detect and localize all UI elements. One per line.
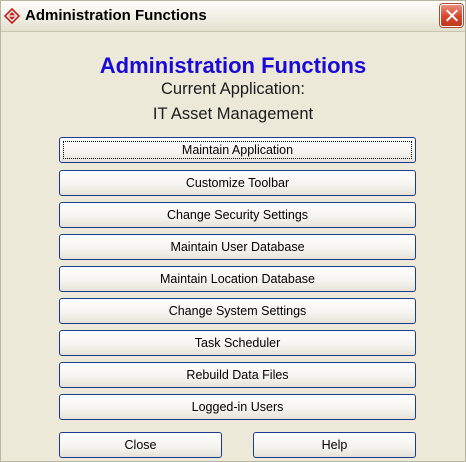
customize-toolbar-button[interactable]: Customize Toolbar bbox=[59, 170, 416, 196]
close-button[interactable]: Close bbox=[59, 432, 222, 458]
rebuild-data-files-button[interactable]: Rebuild Data Files bbox=[59, 362, 416, 388]
maintain-application-button[interactable]: Maintain Application bbox=[59, 137, 416, 163]
page-heading: Administration Functions bbox=[99, 53, 367, 78]
current-application-label: Current Application: bbox=[161, 80, 305, 98]
help-button[interactable]: Help bbox=[253, 432, 416, 458]
change-system-settings-button[interactable]: Change System Settings bbox=[59, 298, 416, 324]
maintain-user-database-button[interactable]: Maintain User Database bbox=[59, 234, 416, 260]
maintain-location-database-button[interactable]: Maintain Location Database bbox=[59, 266, 416, 292]
close-icon[interactable] bbox=[440, 4, 463, 27]
app-diamond-icon bbox=[3, 7, 21, 25]
window-title: Administration Functions bbox=[25, 7, 207, 24]
change-security-settings-button[interactable]: Change Security Settings bbox=[59, 202, 416, 228]
title-bar[interactable]: Administration Functions bbox=[1, 1, 465, 32]
task-scheduler-button[interactable]: Task Scheduler bbox=[59, 330, 416, 356]
administration-functions-dialog: Administration Functions Administration … bbox=[0, 0, 466, 462]
current-application-name: IT Asset Management bbox=[152, 105, 314, 123]
logged-in-users-button[interactable]: Logged-in Users bbox=[59, 394, 416, 420]
